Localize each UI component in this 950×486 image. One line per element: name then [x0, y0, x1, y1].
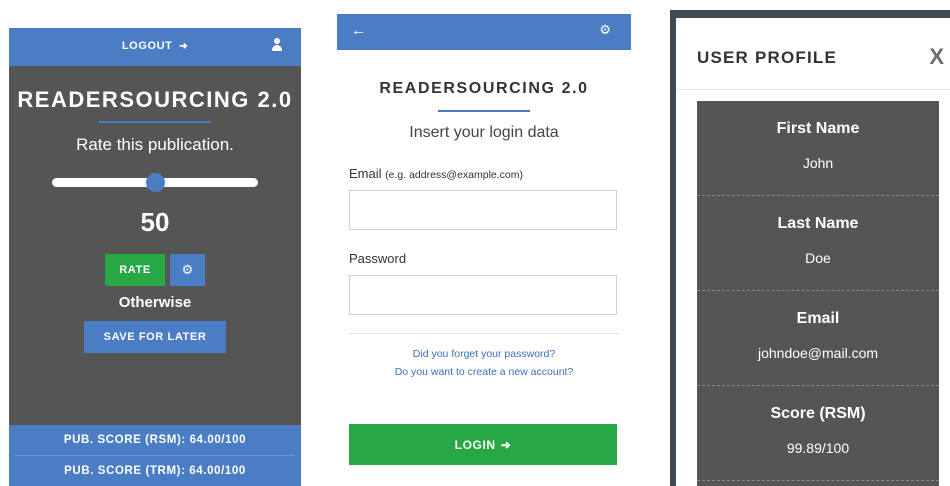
logout-button[interactable]: LOGOUT ➜: [9, 40, 301, 52]
modal-header: USER PROFILE X: [676, 18, 950, 90]
logout-label: LOGOUT: [121, 40, 173, 52]
user-profile-modal: USER PROFILE X First Name John Last Name…: [676, 18, 950, 486]
login-button[interactable]: LOGIN ➜: [349, 424, 617, 465]
sign-in-icon: ➜: [500, 437, 512, 452]
app-title: READERSOURCING 2.0: [379, 80, 589, 97]
email-label-text: Email: [349, 166, 382, 181]
save-for-later-button[interactable]: SAVE FOR LATER: [84, 321, 226, 353]
profile-backdrop: USER PROFILE X First Name John Last Name…: [670, 10, 950, 486]
field-label: Last Name: [777, 215, 859, 232]
modal-title: USER PROFILE: [697, 48, 838, 67]
arrow-left-icon[interactable]: ←: [351, 22, 366, 39]
profile-row: Last Name Doe: [697, 196, 939, 291]
rate-prompt: Rate this publication.: [76, 135, 234, 154]
field-label: Email: [796, 310, 840, 327]
forgot-password-link[interactable]: Did you forget your password?: [337, 348, 631, 360]
publication-scores: PUB. SCORE (RSM): 64.00/100 PUB. SCORE (…: [9, 425, 301, 486]
email-field[interactable]: [349, 190, 617, 230]
field-value: johndoe@mail.com: [757, 345, 879, 361]
close-icon[interactable]: X: [929, 44, 944, 70]
profile-row: Score (RSM) 99.89/100: [697, 386, 939, 481]
rating-value: 50: [140, 207, 170, 237]
field-value: 99.89/100: [786, 440, 850, 456]
rating-panel: LOGOUT ➜ READERSOURCING 2.0 Rate this pu…: [9, 28, 301, 486]
field-value: John: [802, 155, 834, 171]
create-account-link[interactable]: Do you want to create a new account?: [337, 366, 631, 378]
login-header-bar: ← ⚙: [337, 14, 631, 50]
profile-table: First Name John Last Name Doe Email john…: [697, 101, 939, 486]
email-label: Email (e.g. address@example.com): [349, 166, 631, 181]
password-field[interactable]: [349, 275, 617, 315]
app-title: READERSOURCING 2.0: [17, 87, 293, 112]
user-icon[interactable]: [271, 38, 283, 52]
login-label: LOGIN: [454, 437, 496, 452]
gear-icon[interactable]: ⚙: [599, 22, 611, 38]
rating-actions: RATE ⚙: [9, 254, 301, 286]
sign-out-icon: ➜: [179, 41, 189, 52]
field-label: Score (RSM): [770, 405, 866, 422]
rating-header-bar: LOGOUT ➜: [9, 28, 301, 66]
login-subtitle: Insert your login data: [409, 124, 559, 141]
trm-score: PUB. SCORE (TRM): 64.00/100: [64, 465, 246, 477]
field-label: First Name: [776, 120, 860, 137]
otherwise-label: Otherwise: [118, 294, 192, 311]
rating-slider[interactable]: [52, 173, 258, 192]
password-label: Password: [349, 251, 407, 266]
title-divider: [438, 110, 530, 112]
gear-icon: ⚙: [181, 262, 194, 277]
profile-row: Email johndoe@mail.com: [697, 291, 939, 386]
rate-button[interactable]: RATE: [105, 254, 165, 286]
rating-options-button[interactable]: ⚙: [170, 254, 205, 286]
field-value: Doe: [805, 250, 831, 266]
rsm-score: PUB. SCORE (RSM): 64.00/100: [63, 434, 247, 446]
email-hint: (e.g. address@example.com): [385, 169, 524, 181]
login-panel: ← ⚙ READERSOURCING 2.0 Insert your login…: [337, 14, 631, 486]
profile-row: First Name John: [697, 101, 939, 196]
rating-slider-thumb[interactable]: [146, 173, 165, 192]
title-divider: [99, 121, 211, 123]
form-divider: [349, 333, 619, 334]
